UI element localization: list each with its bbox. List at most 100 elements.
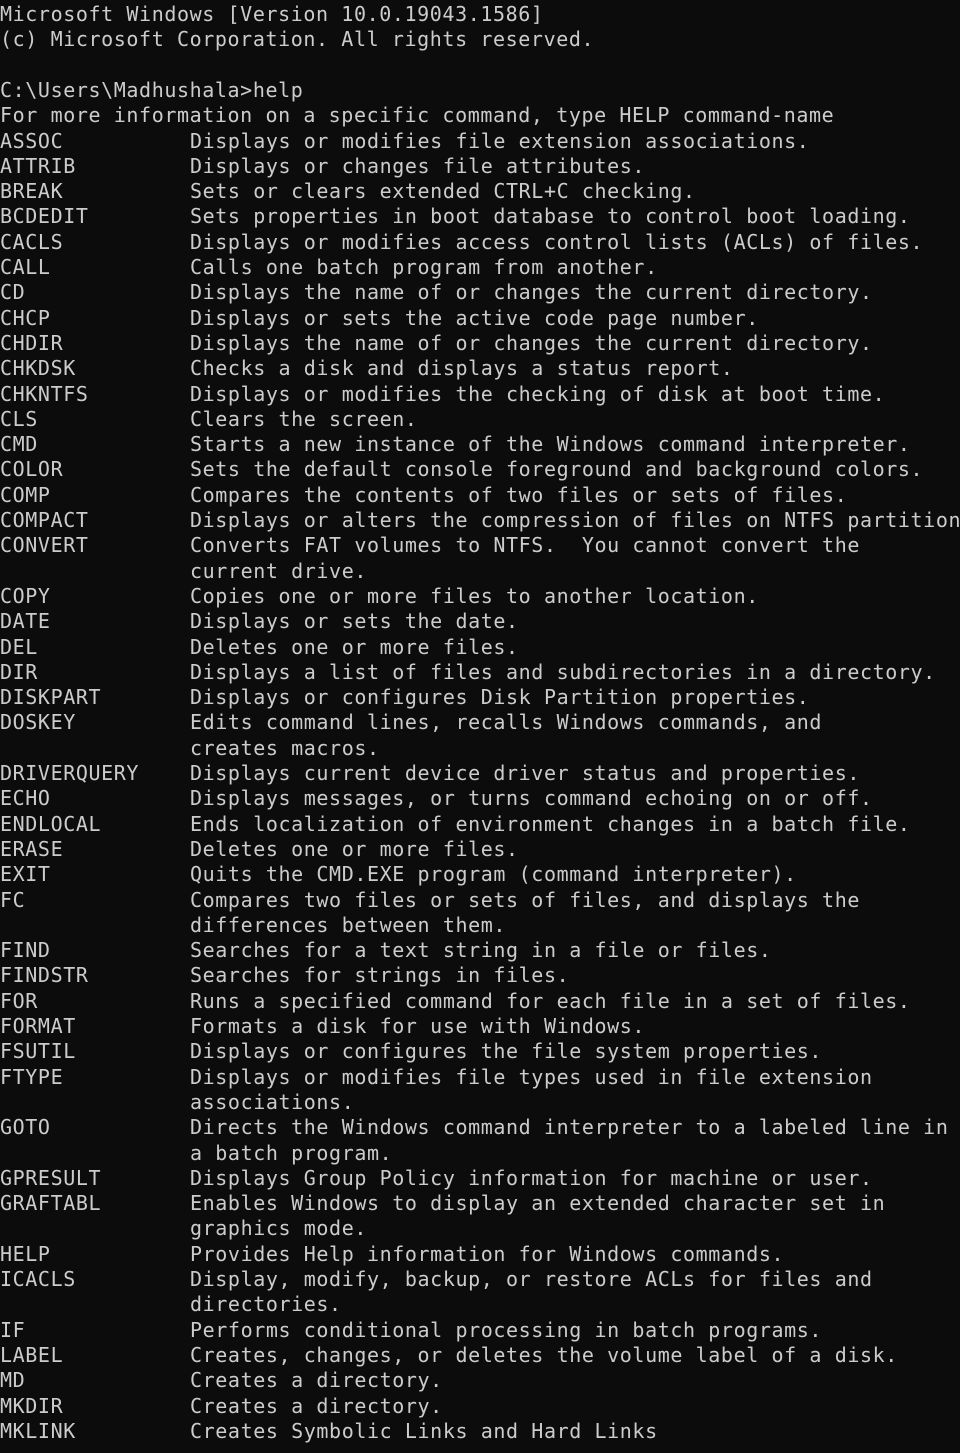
command-name: COMPACT bbox=[0, 508, 89, 532]
version-line: Microsoft Windows [Version 10.0.19043.15… bbox=[0, 2, 544, 26]
command-name: DIR bbox=[0, 659, 38, 684]
command-name: DISKPART bbox=[0, 685, 102, 710]
command-description: Displays or modifies file extension asso… bbox=[190, 128, 810, 153]
command-description: Clears the screen. bbox=[190, 406, 418, 431]
command-description: current drive. bbox=[190, 558, 367, 583]
command-description: Creates Symbolic Links and Hard Links bbox=[190, 1418, 658, 1443]
command-description: a batch program. bbox=[190, 1140, 393, 1165]
command-description: Displays current device driver status an… bbox=[190, 761, 860, 785]
command-name: CLS bbox=[0, 406, 38, 431]
command-description: Sets properties in boot database to cont… bbox=[190, 204, 911, 229]
command-description: Displays the name of or changes the curr… bbox=[190, 330, 873, 355]
command-name: CACLS bbox=[0, 229, 64, 254]
command-name: COPY bbox=[0, 583, 51, 608]
command-description: associations. bbox=[190, 1089, 355, 1114]
command-description: Displays or configures Disk Partition pr… bbox=[190, 685, 810, 710]
command-name: ENDLOCAL bbox=[0, 811, 102, 836]
command-name: CMD bbox=[0, 432, 38, 457]
command-description: Displays or modifies access control list… bbox=[190, 229, 924, 254]
command-name: GPRESULT bbox=[0, 1165, 102, 1190]
command-name: DOSKEY bbox=[0, 710, 76, 735]
command-description: Displays the name of or changes the curr… bbox=[190, 280, 873, 305]
command-name: GRAFTABL bbox=[0, 1191, 102, 1216]
command-description: Searches for a text string in a file or … bbox=[190, 938, 772, 963]
command-name: CALL bbox=[0, 255, 51, 279]
command-description: Sets or clears extended CTRL+C checking. bbox=[190, 179, 696, 204]
command-description: Displays a list of files and subdirector… bbox=[190, 659, 936, 684]
command-description: Displays or modifies the checking of dis… bbox=[190, 381, 886, 406]
command-description: Runs a specified command for each file i… bbox=[190, 988, 911, 1013]
command-name: DRIVERQUERY bbox=[0, 761, 140, 785]
command-description: Display, modify, backup, or restore ACLs… bbox=[190, 1267, 873, 1291]
command-name: HELP bbox=[0, 1241, 51, 1266]
command-name: DATE bbox=[0, 609, 51, 634]
command-name: FIND bbox=[0, 938, 51, 963]
command-description: Displays or configures the file system p… bbox=[190, 1039, 823, 1064]
command-description: Performs conditional processing in batch… bbox=[190, 1317, 823, 1342]
command-name: MKLINK bbox=[0, 1418, 76, 1443]
command-name: FSUTIL bbox=[0, 1039, 76, 1064]
command-description: Displays or sets the date. bbox=[190, 609, 519, 634]
command-description: Creates, changes, or deletes the volume … bbox=[190, 1342, 898, 1367]
command-description: Compares the contents of two files or se… bbox=[190, 482, 848, 507]
command-description: Displays messages, or turns command echo… bbox=[190, 786, 873, 811]
command-description: Displays or sets the active code page nu… bbox=[190, 305, 759, 330]
command-description: graphics mode. bbox=[190, 1216, 367, 1241]
command-name: FC bbox=[0, 887, 26, 912]
command-description: Displays or modifies file types used in … bbox=[190, 1064, 873, 1089]
command-description: Formats a disk for use with Windows. bbox=[190, 1014, 646, 1038]
copyright-line: (c) Microsoft Corporation. All rights re… bbox=[0, 27, 595, 52]
command-name: ICACLS bbox=[0, 1267, 76, 1291]
command-name: GOTO bbox=[0, 1115, 51, 1140]
command-name: MKDIR bbox=[0, 1393, 64, 1418]
command-name: MD bbox=[0, 1368, 26, 1393]
console-window[interactable]: Microsoft Windows [Version 10.0.19043.15… bbox=[0, 0, 960, 1453]
command-name: DEL bbox=[0, 634, 38, 659]
command-name: LABEL bbox=[0, 1342, 64, 1367]
command-description: Directs the Windows command interpreter … bbox=[190, 1115, 949, 1140]
command-description: Quits the CMD.EXE program (command inter… bbox=[190, 862, 797, 887]
command-name: ERASE bbox=[0, 836, 64, 861]
command-name: FINDSTR bbox=[0, 963, 89, 988]
command-name: FTYPE bbox=[0, 1064, 64, 1089]
command-name: ECHO bbox=[0, 786, 51, 811]
command-name: BCDEDIT bbox=[0, 204, 89, 229]
command-name: CONVERT bbox=[0, 533, 89, 558]
command-description: Calls one batch program from another. bbox=[190, 255, 658, 279]
command-name: CD bbox=[0, 280, 26, 305]
command-description: Creates a directory. bbox=[190, 1368, 443, 1393]
command-description: Deletes one or more files. bbox=[190, 836, 519, 861]
command-description: creates macros. bbox=[190, 735, 380, 760]
command-name: EXIT bbox=[0, 862, 51, 887]
command-name: COLOR bbox=[0, 457, 64, 482]
command-description: Copies one or more files to another loca… bbox=[190, 583, 759, 608]
command-description: Deletes one or more files. bbox=[190, 634, 519, 659]
command-description: differences between them. bbox=[190, 912, 507, 937]
command-name: CHDIR bbox=[0, 330, 64, 355]
command-description: Displays Group Policy information for ma… bbox=[190, 1165, 873, 1190]
command-description: Sets the default console foreground and … bbox=[190, 457, 924, 482]
command-description: Ends localization of environment changes… bbox=[190, 811, 911, 836]
command-name: BREAK bbox=[0, 179, 64, 204]
command-name: CHKNTFS bbox=[0, 381, 89, 406]
help-intro-line: For more information on a specific comma… bbox=[0, 103, 835, 128]
command-name: COMP bbox=[0, 482, 51, 507]
command-description: Checks a disk and displays a status repo… bbox=[190, 356, 734, 381]
command-description: Provides Help information for Windows co… bbox=[190, 1241, 785, 1266]
command-name: IF bbox=[0, 1317, 26, 1342]
command-name: CHKDSK bbox=[0, 356, 76, 381]
command-name: FORMAT bbox=[0, 1014, 76, 1038]
command-description: Searches for strings in files. bbox=[190, 963, 570, 988]
command-name: ATTRIB bbox=[0, 153, 76, 178]
command-description: Enables Windows to display an extended c… bbox=[190, 1191, 886, 1216]
command-description: Creates a directory. bbox=[190, 1393, 443, 1418]
command-name: CHCP bbox=[0, 305, 51, 330]
command-description: Converts FAT volumes to NTFS. You cannot… bbox=[190, 533, 860, 558]
command-description: Displays or changes file attributes. bbox=[190, 153, 646, 178]
command-description: Starts a new instance of the Windows com… bbox=[190, 432, 911, 457]
command-description: Displays or alters the compression of fi… bbox=[190, 508, 960, 532]
command-description: Compares two files or sets of files, and… bbox=[190, 887, 860, 912]
command-description: directories. bbox=[190, 1292, 342, 1317]
command-description: Edits command lines, recalls Windows com… bbox=[190, 710, 823, 735]
command-name: ASSOC bbox=[0, 128, 64, 153]
